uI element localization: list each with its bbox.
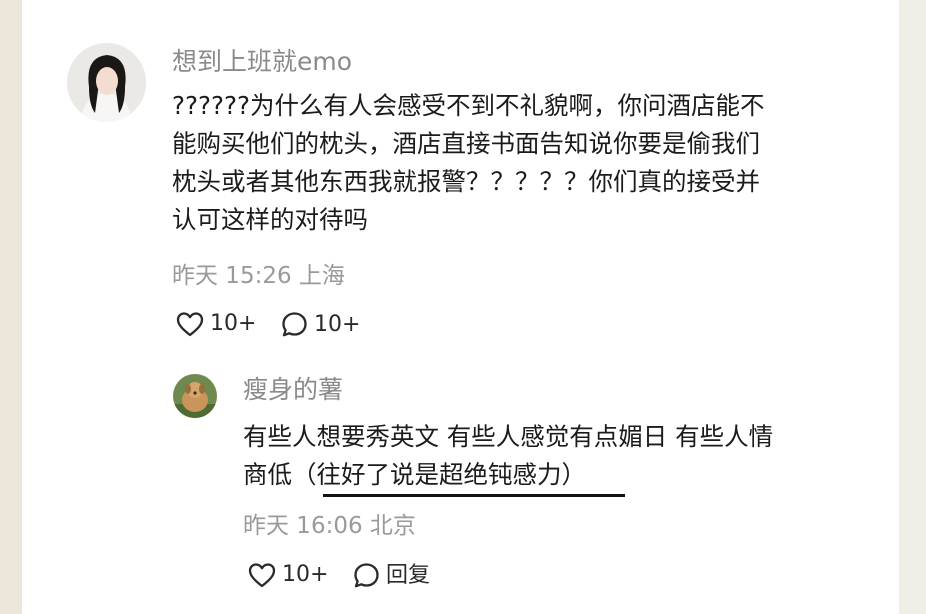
reply-like-button[interactable]: 10+	[248, 562, 328, 588]
comment-bubble-icon	[282, 312, 307, 337]
username[interactable]: 想到上班就emo	[172, 49, 352, 74]
side-strip	[899, 0, 926, 614]
reply-label: 回复	[386, 562, 431, 588]
reply-text: 有些人想要秀英文 有些人感觉有点媚日 有些人情 商低（往好了说是超绝钝感力）	[243, 418, 773, 494]
reply-button[interactable]: 回复	[353, 562, 430, 589]
reply-count: 10+	[314, 311, 361, 337]
comment-timestamp: 昨天 15:26 上海	[172, 263, 345, 289]
reply-timestamp: 昨天 16:06 北京	[243, 513, 416, 539]
reply-count-button[interactable]: 10+	[281, 311, 360, 338]
comment-bubble-icon	[354, 563, 379, 588]
reply-user-avatar[interactable]	[173, 374, 217, 418]
comment-text: ??????为什么有人会感受不到不礼貌啊，你问酒店能不 能购买他们的枕头，酒店直…	[172, 87, 765, 239]
like-count: 10+	[210, 311, 257, 336]
reply-username[interactable]: 瘦身的薯	[243, 377, 343, 402]
heart-icon	[176, 312, 204, 337]
comment-line: 认可这样的对待吗	[172, 205, 368, 234]
heart-icon	[248, 563, 276, 588]
reply-like-count: 10+	[282, 562, 329, 587]
user-avatar[interactable]	[67, 43, 146, 122]
comment-line: 枕头或者其他东西我就报警？？？？？你们真的接受并	[172, 167, 760, 196]
like-button[interactable]: 10+	[176, 311, 256, 337]
comment-line: ??????为什么有人会感受不到不礼貌啊，你问酒店能不	[172, 91, 765, 120]
reply-line: 商低（往好了说是超绝钝感力）	[243, 460, 586, 489]
comment-line: 能购买他们的枕头，酒店直接书面告知说你要是偷我们	[172, 129, 760, 158]
text-underline	[323, 494, 625, 497]
reply-line: 有些人想要秀英文 有些人感觉有点媚日 有些人情	[243, 422, 774, 451]
